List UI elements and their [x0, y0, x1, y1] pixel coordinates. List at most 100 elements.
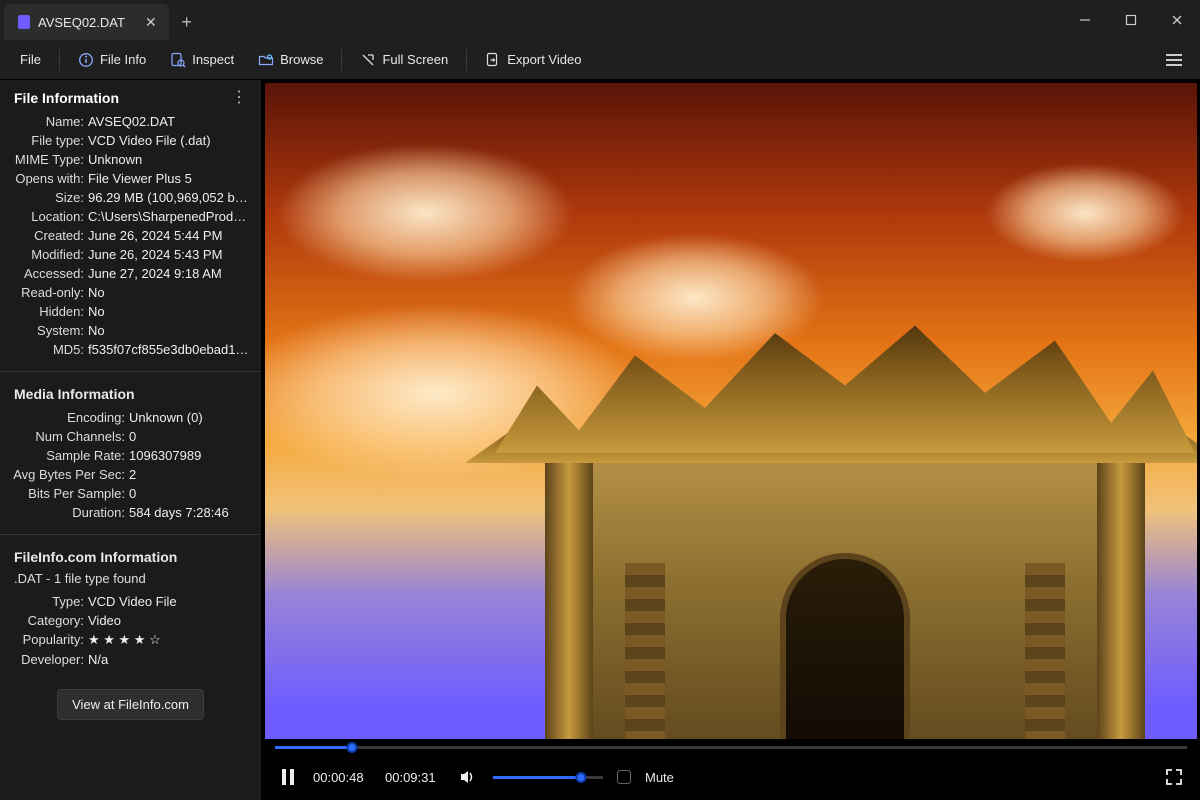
info-icon	[78, 52, 94, 68]
property-value: June 27, 2024 9:18 AM	[88, 266, 251, 281]
menu-icon	[1166, 54, 1182, 56]
browse-button[interactable]: Browse	[248, 46, 333, 74]
property-value: Unknown	[88, 152, 251, 167]
media-info-heading: Media Information	[0, 376, 261, 408]
property-row: Read-only:No	[10, 283, 251, 302]
property-label: Created:	[10, 228, 88, 243]
property-row: Num Channels:0	[10, 427, 251, 446]
separator	[0, 534, 261, 535]
volume-icon[interactable]	[457, 766, 479, 788]
property-label: Size:	[10, 190, 88, 205]
fileinfo-rows: Type:VCD Video FileCategory:VideoPopular…	[0, 592, 261, 677]
property-label: Read-only:	[10, 285, 88, 300]
export-icon	[485, 52, 501, 68]
file-icon	[18, 15, 30, 29]
property-row: Bits Per Sample:0	[10, 484, 251, 503]
property-row: MD5:f535f07cf855e3db0ebad16d67…	[10, 340, 251, 359]
property-label: Category:	[10, 613, 88, 628]
property-value: 96.29 MB (100,969,052 bytes)	[88, 190, 251, 205]
close-window-button[interactable]	[1154, 0, 1200, 40]
property-value: June 26, 2024 5:44 PM	[88, 228, 251, 243]
property-value: 0	[129, 486, 251, 501]
property-label: Encoding:	[10, 410, 129, 425]
property-label: Bits Per Sample:	[10, 486, 129, 501]
property-label: Num Channels:	[10, 429, 129, 444]
property-label: Hidden:	[10, 304, 88, 319]
property-row: Sample Rate:1096307989	[10, 446, 251, 465]
property-row: Size:96.29 MB (100,969,052 bytes)	[10, 188, 251, 207]
window-controls	[1062, 0, 1200, 40]
property-value: N/a	[88, 652, 251, 667]
property-row: Name:AVSEQ02.DAT	[10, 112, 251, 131]
property-label: Opens with:	[10, 171, 88, 186]
property-row: File type:VCD Video File (.dat)	[10, 131, 251, 150]
mute-checkbox[interactable]	[617, 770, 631, 784]
property-value: No	[88, 304, 251, 319]
separator	[466, 49, 467, 71]
tab-title: AVSEQ02.DAT	[38, 15, 125, 30]
export-video-label: Export Video	[507, 52, 581, 67]
property-label: MIME Type:	[10, 152, 88, 167]
property-row: Hidden:No	[10, 302, 251, 321]
full-screen-label: Full Screen	[382, 52, 448, 67]
property-label: File type:	[10, 133, 88, 148]
property-row: MIME Type:Unknown	[10, 150, 251, 169]
separator	[59, 49, 60, 71]
property-value: No	[88, 285, 251, 300]
seek-bar[interactable]	[275, 739, 1187, 755]
file-info-label: File Info	[100, 52, 146, 67]
total-time: 00:09:31	[385, 770, 443, 785]
full-screen-button[interactable]: Full Screen	[350, 46, 458, 74]
fileinfo-heading: FileInfo.com Information	[0, 539, 261, 571]
volume-slider[interactable]	[493, 774, 603, 780]
property-row: Created:June 26, 2024 5:44 PM	[10, 226, 251, 245]
play-pause-button[interactable]	[277, 766, 299, 788]
property-value: File Viewer Plus 5	[88, 171, 251, 186]
property-row: Avg Bytes Per Sec:2	[10, 465, 251, 484]
property-row: Modified:June 26, 2024 5:43 PM	[10, 245, 251, 264]
property-value: VCD Video File	[88, 594, 251, 609]
property-row: System:No	[10, 321, 251, 340]
view-fileinfo-button[interactable]: View at FileInfo.com	[57, 689, 204, 720]
inspect-icon	[170, 52, 186, 68]
property-row: Developer:N/a	[10, 650, 251, 669]
panel-menu-icon[interactable]: ⋮	[231, 90, 247, 106]
file-menu[interactable]: File	[10, 46, 51, 73]
separator	[341, 49, 342, 71]
file-menu-label: File	[20, 52, 41, 67]
file-info-button[interactable]: File Info	[68, 46, 156, 74]
export-video-button[interactable]: Export Video	[475, 46, 591, 74]
property-value: f535f07cf855e3db0ebad16d67…	[88, 342, 251, 357]
volume-thumb[interactable]	[576, 772, 587, 783]
property-label: Avg Bytes Per Sec:	[10, 467, 129, 482]
property-row: Category:Video	[10, 611, 251, 630]
fileinfo-subtitle: .DAT - 1 file type found	[0, 571, 261, 592]
separator	[0, 371, 261, 372]
menu-button[interactable]	[1158, 45, 1190, 75]
property-row: Accessed:June 27, 2024 9:18 AM	[10, 264, 251, 283]
new-tab-button[interactable]: +	[169, 4, 205, 40]
video-frame[interactable]	[265, 83, 1197, 739]
property-row: Encoding:Unknown (0)	[10, 408, 251, 427]
property-value: Video	[88, 613, 251, 628]
titlebar: AVSEQ02.DAT ✕ +	[0, 0, 1200, 40]
property-label: Type:	[10, 594, 88, 609]
property-label: Location:	[10, 209, 88, 224]
property-value: 584 days 7:28:46	[129, 505, 251, 520]
inspect-button[interactable]: Inspect	[160, 46, 244, 74]
property-value: ★ ★ ★ ★ ☆	[88, 632, 251, 648]
property-label: Accessed:	[10, 266, 88, 281]
maximize-button[interactable]	[1108, 0, 1154, 40]
expand-button[interactable]	[1163, 766, 1185, 788]
tab-close-icon[interactable]: ✕	[145, 14, 157, 31]
minimize-button[interactable]	[1062, 0, 1108, 40]
property-value: Unknown (0)	[129, 410, 251, 425]
media-info-rows: Encoding:Unknown (0)Num Channels:0Sample…	[0, 408, 261, 530]
property-value: No	[88, 323, 251, 338]
seek-thumb[interactable]	[346, 742, 357, 753]
mute-label: Mute	[645, 770, 674, 785]
property-row: Location:C:\Users\SharpenedProducti…	[10, 207, 251, 226]
file-info-heading: File Information	[14, 90, 119, 106]
file-tab[interactable]: AVSEQ02.DAT ✕	[4, 4, 169, 40]
property-label: Sample Rate:	[10, 448, 129, 463]
